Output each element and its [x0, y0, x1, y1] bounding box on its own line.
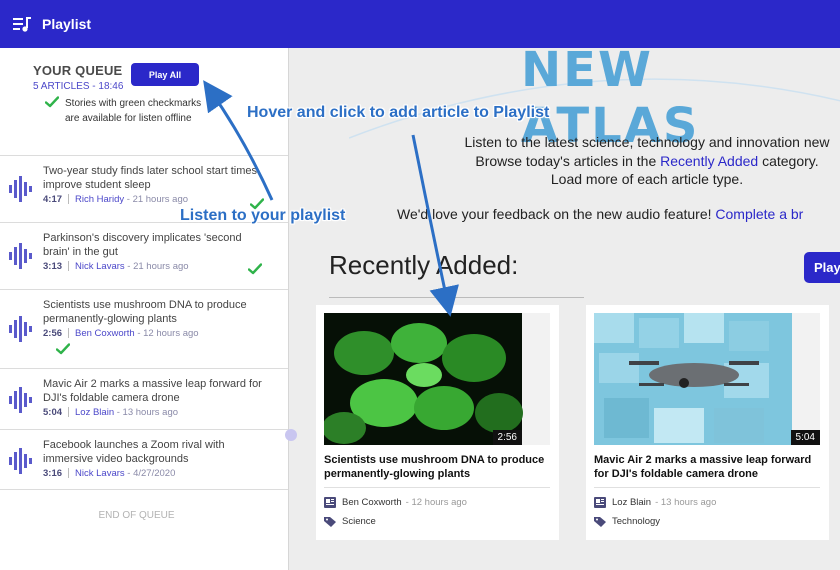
queue-item-duration: 4:17 [43, 194, 63, 205]
queue-item-ago: - 12 hours ago [134, 328, 199, 339]
card-divider [324, 487, 550, 488]
queue-item-title: Parkinson's discovery implicates 'second… [43, 232, 242, 258]
intro-line-3: Load more of each article type. [550, 171, 744, 187]
queue-item-duration: 5:04 [43, 407, 63, 418]
card-author: Ben Coxworth - 12 hours ago [324, 497, 467, 508]
card-author-name[interactable]: Ben Coxworth [342, 497, 402, 508]
queue-item-meta: 3:16 Nick Lavars - 4/27/2020 [43, 468, 175, 479]
queue-sidebar: YOUR QUEUE 5 ARTICLES - 18:46 Play All S… [0, 48, 289, 570]
resize-handle-icon[interactable] [284, 428, 298, 442]
audio-wave-icon [9, 448, 32, 474]
intro-line-1: Listen to the latest science, technology… [464, 134, 830, 150]
queue-item-author[interactable]: Loz Blain [75, 407, 114, 418]
queue-item-author[interactable]: Rich Haridy [75, 194, 124, 205]
queue-item-title: Mavic Air 2 marks a massive leap forward… [43, 378, 262, 404]
green-check-icon [248, 263, 262, 275]
top-bar: Playlist [0, 0, 840, 48]
queue-item-title: Two-year study finds later school start … [43, 165, 257, 191]
card-category: Technology [594, 516, 660, 527]
play-all-button[interactable]: Play All [131, 63, 199, 86]
playlist-icon[interactable] [12, 14, 32, 34]
app-title: Playlist [42, 16, 92, 32]
card-category: Science [324, 516, 376, 527]
drone-image [594, 313, 820, 445]
queue-item-ago: - 21 hours ago [124, 194, 189, 205]
queue-item-author[interactable]: Nick Lavars [75, 468, 125, 479]
queue-item-duration: 3:16 [43, 468, 63, 479]
queue-item[interactable]: Facebook launches a Zoom rival with imme… [0, 430, 288, 490]
queue-item-meta: 5:04 Loz Blain - 13 hours ago [43, 407, 178, 418]
queue-title: YOUR QUEUE [33, 63, 123, 78]
author-icon [324, 497, 336, 508]
article-card[interactable]: 2:56 Scientists use mushroom DNA to prod… [316, 305, 559, 540]
recently-added-heading: Recently Added: [329, 250, 519, 280]
queue-item-duration: 3:13 [43, 261, 63, 272]
queue-item-ago: - 21 hours ago [124, 261, 189, 272]
recently-added-link[interactable]: Recently Added [660, 153, 758, 169]
author-icon [594, 497, 606, 508]
article-card[interactable]: 5:04 Mavic Air 2 marks a massive leap fo… [586, 305, 829, 540]
card-author-name[interactable]: Loz Blain [612, 497, 651, 508]
queue-item-author[interactable]: Ben Coxworth [75, 328, 135, 339]
feedback-link[interactable]: Complete a br [715, 206, 803, 222]
card-duration: 5:04 [790, 430, 820, 445]
offline-note: Stories with green checkmarks are availa… [65, 98, 202, 124]
queue-item-meta: 3:13 Nick Lavars - 21 hours ago [43, 261, 189, 272]
card-category-label[interactable]: Technology [612, 516, 660, 527]
card-author: Loz Blain - 13 hours ago [594, 497, 716, 508]
card-divider [594, 487, 820, 488]
audio-wave-icon [9, 316, 32, 342]
queue-count: 5 ARTICLES - 18:46 [33, 81, 124, 92]
card-ago: - 12 hours ago [405, 497, 467, 508]
heading-divider [329, 297, 584, 298]
article-thumbnail[interactable]: 2:56 [324, 313, 550, 445]
card-duration: 2:56 [492, 430, 522, 445]
glowing-plants-image [324, 313, 550, 445]
audio-wave-icon [9, 176, 32, 202]
audio-wave-icon [9, 243, 32, 269]
article-thumbnail[interactable]: 5:04 [594, 313, 820, 445]
intro-line-2: Browse today's articles in the Recently … [475, 152, 819, 169]
audio-wave-icon [9, 387, 32, 413]
queue-item-author[interactable]: Nick Lavars [75, 261, 125, 272]
green-check-icon [56, 343, 70, 355]
main-content: NEW ATLAS Listen to the latest science, … [289, 48, 840, 570]
play-button[interactable]: Play [804, 252, 840, 283]
queue-item[interactable]: Parkinson's discovery implicates 'second… [0, 223, 288, 290]
tag-icon [594, 517, 606, 527]
intro-text: Listen to the latest science, technology… [367, 133, 840, 189]
feedback-text: We'd love your feedback on the new audio… [397, 206, 804, 222]
queue-item-duration: 2:56 [43, 328, 63, 339]
hover-annotation: Hover and click to add article to Playli… [247, 104, 550, 121]
queue-item-meta: 4:17 Rich Haridy - 21 hours ago [43, 194, 188, 205]
queue-item-title: Scientists use mushroom DNA to produce p… [43, 299, 247, 325]
card-title[interactable]: Scientists use mushroom DNA to produce p… [324, 453, 549, 481]
card-category-label[interactable]: Science [342, 516, 376, 527]
queue-header: YOUR QUEUE 5 ARTICLES - 18:46 Play All S… [0, 48, 288, 156]
queue-item-ago: - 13 hours ago [114, 407, 179, 418]
queue-item-ago: - 4/27/2020 [124, 468, 176, 479]
card-title[interactable]: Mavic Air 2 marks a massive leap forward… [594, 453, 819, 481]
end-of-queue: END OF QUEUE [98, 510, 175, 521]
queue-item[interactable]: Scientists use mushroom DNA to produce p… [0, 290, 288, 369]
queue-item-title: Facebook launches a Zoom rival with imme… [43, 439, 225, 465]
card-ago: - 13 hours ago [655, 497, 717, 508]
queue-item[interactable]: Mavic Air 2 marks a massive leap forward… [0, 369, 288, 430]
queue-item-meta: 2:56 Ben Coxworth - 12 hours ago [43, 328, 199, 339]
green-check-icon [45, 96, 59, 108]
tag-icon [324, 517, 336, 527]
listen-annotation: Listen to your playlist [180, 207, 346, 224]
